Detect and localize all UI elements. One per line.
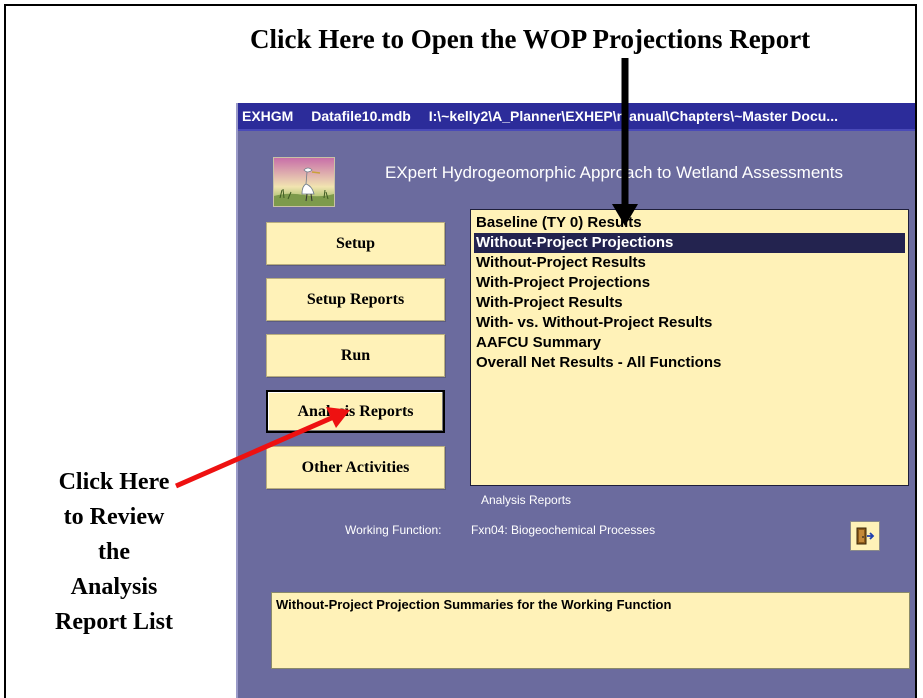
report-description-box: Without-Project Projection Summaries for… [271,592,910,669]
run-button[interactable]: Run [266,334,445,377]
app-title: EXpert Hydrogeomorphic Approach to Wetla… [385,163,843,182]
list-item-selected[interactable]: Without-Project Projections [474,233,905,253]
other-activities-button[interactable]: Other Activities [266,446,445,489]
title-path: I:\~kelly2\A_Planner\EXHEP\manual\Chapte… [428,108,838,124]
list-item[interactable]: Without-Project Results [474,253,905,273]
list-item[interactable]: Baseline (TY 0) Results [474,213,905,233]
setup-reports-button[interactable]: Setup Reports [266,278,445,321]
title-datafile: Datafile10.mdb [311,108,411,124]
left-callout-line: Click Here [58,469,170,495]
title-bar[interactable]: EXHGM Datafile10.mdb I:\~kelly2\A_Planne… [238,103,915,131]
heron-wetland-logo-icon [273,157,335,207]
title-app-name: EXHGM [242,108,294,124]
list-item[interactable]: With-Project Projections [474,273,905,293]
exit-button[interactable] [850,521,880,551]
list-item[interactable]: Overall Net Results - All Functions [474,353,905,373]
list-item[interactable]: AAFCU Summary [474,333,905,353]
analysis-reports-button[interactable]: Analysis Reports [266,390,445,433]
left-callout-line: to Review [63,504,165,530]
report-description: Without-Project Projection Summaries for… [276,597,672,612]
working-function-label: Working Function: [345,523,442,537]
working-function-value: Fxn04: Biogeochemical Processes [471,523,656,537]
app-window: EXHGM Datafile10.mdb I:\~kelly2\A_Planne… [236,103,915,698]
exit-door-icon [856,527,875,545]
window-title: EXHGM Datafile10.mdb I:\~kelly2\A_Planne… [242,108,912,124]
list-caption: Analysis Reports [481,493,572,507]
left-callout-text: Click Here to Review the Analysis Report… [14,465,214,640]
list-item[interactable]: With-Project Results [474,293,905,313]
left-callout-line: Report List [55,609,173,635]
left-callout-line: Analysis [70,574,158,600]
analysis-reports-list[interactable]: Baseline (TY 0) Results Without-Project … [470,209,909,486]
top-callout-text: Click Here to Open the WOP Projections R… [250,24,811,54]
list-item[interactable]: With- vs. Without-Project Results [474,313,905,333]
left-callout-line: the [98,539,130,565]
setup-button[interactable]: Setup [266,222,445,265]
